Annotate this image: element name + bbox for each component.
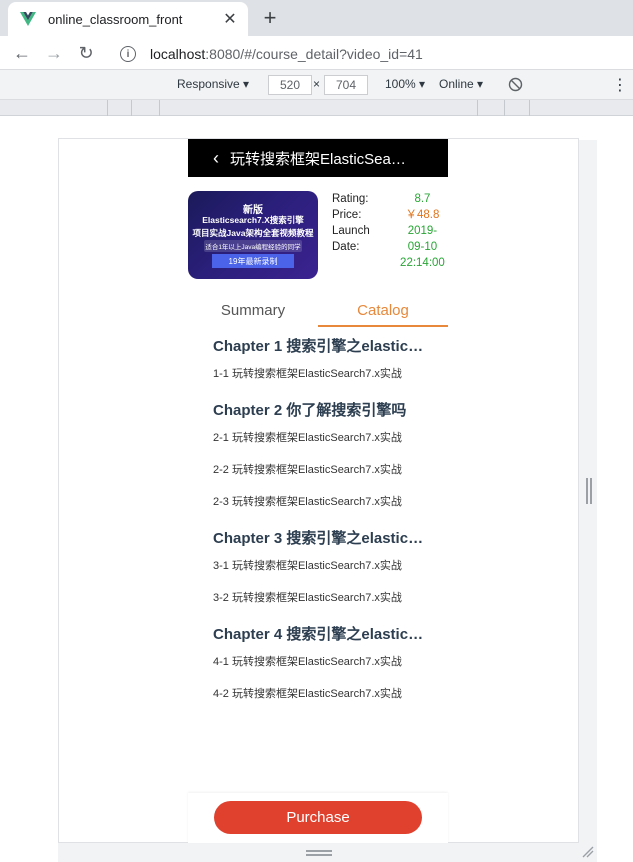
cover-tag: 19年最新录制 [212, 254, 294, 268]
lesson-item[interactable]: 4-1 玩转搜索框架ElasticSearch7.x实战 [213, 645, 448, 677]
price-label: Price: [332, 209, 362, 221]
detail-tabs: Summary Catalog [188, 295, 448, 327]
zoom-select[interactable]: 100% ▾ [385, 77, 425, 91]
chapter-title: Chapter 3 搜索引擎之elasticsearch [213, 530, 428, 547]
lesson-item[interactable]: 3-1 玩转搜索框架ElasticSearch7.x实战 [213, 549, 448, 581]
rating-row: Rating: 8.7 [332, 191, 448, 207]
time-row: 22:14:00 [332, 255, 448, 271]
rotate-icon[interactable] [508, 77, 523, 92]
ruler-tick [477, 100, 478, 116]
price-value: ￥48.8 [405, 209, 440, 221]
launch-label: Launch [332, 225, 370, 237]
throttling-select[interactable]: Online ▾ [439, 77, 483, 91]
new-tab-button[interactable]: + [258, 5, 282, 30]
cover-title-line2: 项目实战Java架构全套视频教程 [192, 228, 314, 238]
time-value: 22:14:00 [400, 257, 445, 269]
url-text: localhost:8080/#/course_detail?video_id=… [150, 46, 423, 62]
cover-subtitle: 适合1年以上Java编程经验的同学 [204, 240, 302, 252]
purchase-button[interactable]: Purchase [214, 801, 422, 834]
ruler-tick [504, 100, 505, 116]
chapter-title: Chapter 1 搜索引擎之elasticsearch [213, 338, 428, 355]
launch-value: 2019- [407, 225, 438, 237]
cover-title-line1: Elasticsearch7.X搜索引擎 [202, 215, 304, 225]
launch-row: Launch 2019- [332, 223, 448, 239]
lesson-item[interactable]: 2-2 玩转搜索框架ElasticSearch7.x实战 [213, 453, 448, 485]
reload-button[interactable]: ↻ [74, 41, 98, 65]
page-title: 玩转搜索框架ElasticSearch7.x实战 [230, 150, 408, 168]
device-toolbar: Responsive ▾ 520 × 704 100% ▾ Online ▾ ⋮ [0, 70, 633, 100]
browser-tab[interactable]: online_classroom_front ✕ [8, 2, 248, 36]
close-tab-icon[interactable]: ✕ [220, 9, 240, 29]
course-info: 新版 Elasticsearch7.X搜索引擎 项目实战Java架构全套视频教程… [188, 191, 448, 279]
device-mode-select[interactable]: Responsive ▾ [177, 77, 249, 91]
date-label: Date: [332, 241, 360, 253]
viewport-height-input[interactable]: 704 [324, 75, 368, 95]
tab-title: online_classroom_front [48, 11, 183, 27]
date-value: 09-10 [407, 241, 438, 253]
resize-handle-right[interactable] [586, 478, 592, 504]
vue-logo-icon [20, 12, 36, 26]
ruler-tick [159, 100, 160, 116]
chapter-title: Chapter 4 搜索引擎之elasticsearch [213, 626, 428, 643]
page-header: ‹ 玩转搜索框架ElasticSearch7.x实战 [188, 139, 448, 177]
lesson-item[interactable]: 3-2 玩转搜索框架ElasticSearch7.x实战 [213, 581, 448, 613]
back-arrow-icon[interactable]: ‹ [202, 139, 230, 177]
lesson-item[interactable]: 4-2 玩转搜索框架ElasticSearch7.x实战 [213, 677, 448, 709]
lesson-item[interactable]: 2-1 玩转搜索框架ElasticSearch7.x实战 [213, 421, 448, 453]
lesson-item[interactable]: 1-1 玩转搜索框架ElasticSearch7.x实战 [213, 357, 448, 389]
info-icon[interactable]: i [120, 46, 136, 62]
lesson-item[interactable]: 2-3 玩转搜索框架ElasticSearch7.x实战 [213, 485, 448, 517]
back-button[interactable]: ← [10, 41, 34, 65]
time-spacer [332, 255, 397, 271]
course-meta: Rating: 8.7 Price: ￥48.8 Launch 2019- Da… [332, 191, 448, 279]
rating-value: 8.7 [414, 193, 431, 205]
ruler-tick [131, 100, 132, 116]
media-query-ruler [0, 100, 633, 116]
browser-tab-bar: online_classroom_front ✕ + [0, 0, 633, 36]
url-path: :8080/#/course_detail?video_id=41 [205, 46, 423, 62]
url-host: localhost [150, 46, 206, 62]
viewport-width-input[interactable]: 520 [268, 75, 312, 95]
price-row: Price: ￥48.8 [332, 207, 448, 223]
rating-label: Rating: [332, 193, 369, 205]
course-cover-image: 新版 Elasticsearch7.X搜索引擎 项目实战Java架构全套视频教程… [188, 191, 318, 279]
address-bar[interactable]: i localhost:8080/#/course_detail?video_i… [112, 40, 633, 68]
purchase-bar: Purchase [188, 793, 448, 843]
times-sign: × [313, 77, 321, 91]
ruler-tick [107, 100, 108, 116]
forward-button[interactable]: → [42, 41, 66, 65]
chapter-title: Chapter 2 你了解搜索引擎吗 [213, 402, 407, 419]
catalog-list: Chapter 1 搜索引擎之elasticsearch 1-1 玩转搜索框架E… [188, 335, 448, 709]
course-detail-page: ‹ 玩转搜索框架ElasticSearch7.x实战 新版 Elasticsea… [188, 139, 448, 709]
more-options-icon[interactable]: ⋮ [612, 75, 628, 95]
date-row: Date: 09-10 [332, 239, 448, 255]
resize-handle-bottom[interactable] [306, 850, 332, 856]
resize-corner-icon[interactable] [582, 846, 594, 858]
browser-toolbar: ← → ↻ i localhost:8080/#/course_detail?v… [0, 36, 633, 70]
tab-catalog[interactable]: Catalog [318, 295, 448, 327]
tab-summary[interactable]: Summary [188, 295, 318, 325]
ruler-tick [529, 100, 530, 116]
